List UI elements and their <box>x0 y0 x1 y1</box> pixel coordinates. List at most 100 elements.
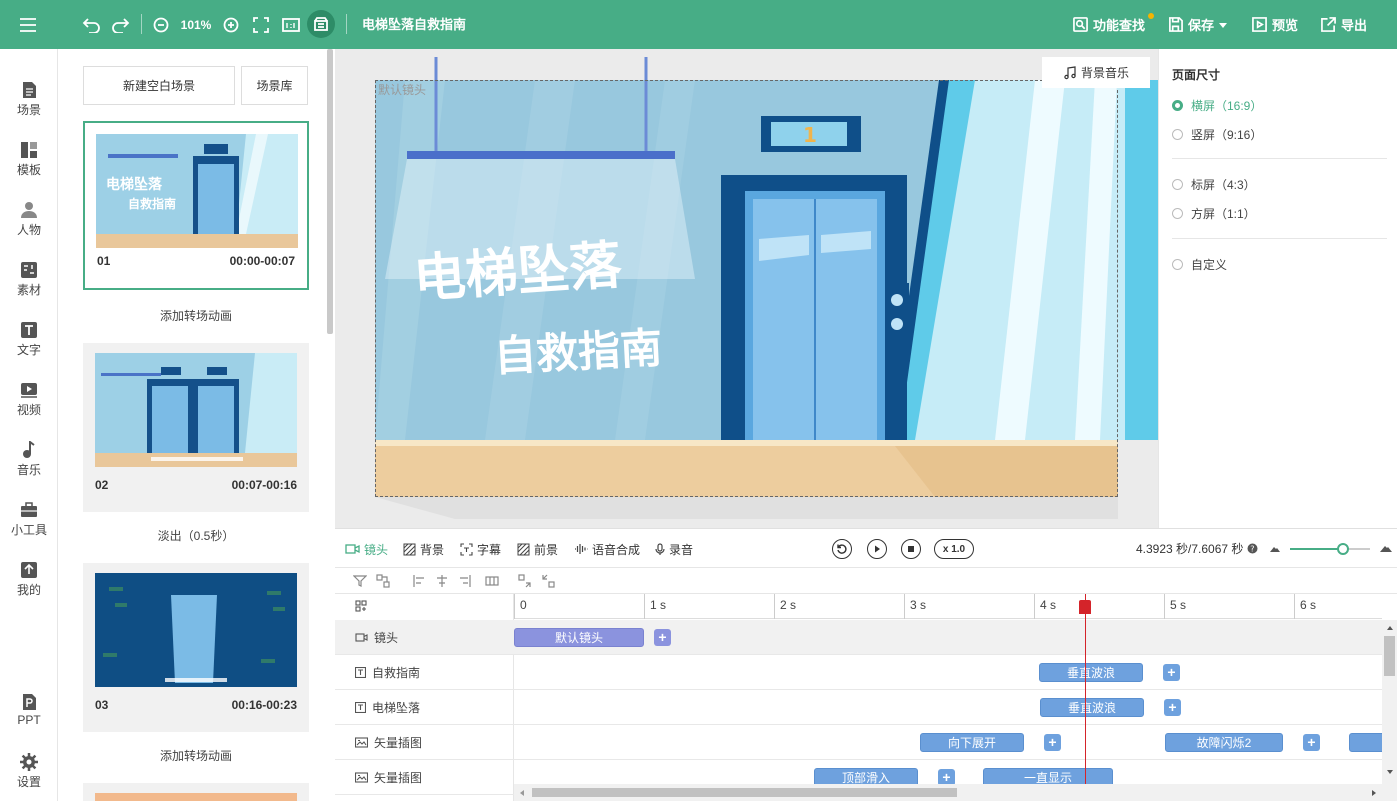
align-left-icon[interactable] <box>413 574 427 588</box>
nav-item-text[interactable]: 文字 <box>0 309 58 369</box>
scene-library-button[interactable]: 场景库 <box>241 66 308 105</box>
feature-search-button[interactable]: 功能查找 <box>1073 0 1145 49</box>
clip-expand-down[interactable]: 向下展开 <box>920 733 1024 752</box>
playhead[interactable] <box>1084 594 1086 801</box>
tab-camera[interactable]: 镜头 <box>345 529 388 569</box>
nav-item-ppt[interactable]: PPT <box>0 681 58 741</box>
tab-subtitle[interactable]: 字幕 <box>460 529 501 569</box>
horizontal-scroll-thumb[interactable] <box>532 788 957 797</box>
add-animation-button[interactable]: + <box>1164 699 1181 716</box>
zoom-out-button[interactable] <box>151 0 171 49</box>
scene-card-4[interactable] <box>83 783 309 801</box>
stage-frame[interactable] <box>375 80 1118 497</box>
timeline-vertical-scrollbar[interactable] <box>1382 620 1397 801</box>
scroll-right-icon[interactable] <box>1370 789 1378 797</box>
tab-foreground[interactable]: 前景 <box>517 529 558 569</box>
background-music-button[interactable]: 背景音乐 <box>1042 57 1150 88</box>
nav-item-settings[interactable]: 设置 <box>0 741 58 801</box>
nav-item-video[interactable]: 视频 <box>0 369 58 429</box>
nav-item-mine[interactable]: 我的 <box>0 549 58 609</box>
scroll-up-icon[interactable] <box>1386 624 1394 632</box>
stop-button[interactable] <box>901 539 921 559</box>
add-animation-button[interactable]: + <box>1044 734 1061 751</box>
timeline-horizontal-scrollbar[interactable] <box>514 784 1382 801</box>
track-label-vector-2[interactable]: 矢量插图 <box>335 760 514 795</box>
save-button[interactable]: 保存 <box>1168 0 1233 49</box>
clip-glitch-flash[interactable]: 故障闪烁2 <box>1165 733 1283 752</box>
tab-record[interactable]: 录音 <box>655 529 693 569</box>
redo-button[interactable] <box>108 0 132 49</box>
filter-icon[interactable] <box>353 574 367 588</box>
undo-button[interactable] <box>80 0 104 49</box>
radio-landscape[interactable]: 横屏（16:9） <box>1172 97 1262 113</box>
play-button[interactable] <box>867 539 887 559</box>
nav-item-music[interactable]: 音乐 <box>0 429 58 489</box>
track-settings-button[interactable] <box>355 600 367 615</box>
zoom-small-icon[interactable] <box>1269 545 1281 553</box>
track-label-text-2[interactable]: 电梯坠落 <box>335 690 514 725</box>
track-label-vector-1[interactable]: 矢量插图 <box>335 725 514 760</box>
nav-item-scene[interactable]: 场景 <box>0 69 58 129</box>
export-button[interactable]: 导出 <box>1321 0 1367 49</box>
menu-button[interactable] <box>10 0 46 49</box>
add-camera-clip-button[interactable]: + <box>654 629 671 646</box>
clip-vertical-wave[interactable]: 垂直波浪 <box>1039 663 1143 682</box>
transition-label-2[interactable]: 淡出（0.5秒） <box>83 527 309 544</box>
layer-down-icon[interactable] <box>541 574 555 588</box>
nav-item-template[interactable]: 模板 <box>0 129 58 189</box>
scene-icon <box>23 82 36 98</box>
clip-default-camera[interactable]: 默认镜头 <box>514 628 644 647</box>
add-animation-button[interactable]: + <box>1163 664 1180 681</box>
time-ruler[interactable]: 0 1 s 2 s 3 s 4 s 5 s 6 s <box>514 594 1382 619</box>
clip-vertical-wave[interactable]: 垂直波浪 <box>1040 698 1144 717</box>
fit-screen-button[interactable] <box>250 0 272 49</box>
clip-partial[interactable] <box>1349 733 1382 752</box>
nav-item-toolbox[interactable]: 小工具 <box>0 489 58 549</box>
group-icon[interactable] <box>376 574 390 588</box>
layer-up-icon[interactable] <box>518 574 532 588</box>
scene-card-1[interactable]: 电梯坠落 自救指南 01 00:00-00:07 <box>83 121 309 290</box>
actual-size-button[interactable] <box>280 0 302 49</box>
nav-item-person[interactable]: 人物 <box>0 189 58 249</box>
radio-custom[interactable]: 自定义 <box>1172 256 1227 272</box>
zoom-in-button[interactable] <box>221 0 241 49</box>
export-icon <box>1321 17 1336 32</box>
clapperboard-icon <box>314 17 328 31</box>
tab-background[interactable]: 背景 <box>403 529 444 569</box>
align-center-icon[interactable] <box>435 574 449 588</box>
track-label-text-1[interactable]: 自救指南 <box>335 655 514 690</box>
tab-tts[interactable]: 语音合成 <box>574 529 640 569</box>
vertical-scroll-thumb[interactable] <box>1384 636 1395 676</box>
transition-label-1[interactable]: 添加转场动画 <box>83 307 309 324</box>
ruler-tick: 4 s <box>1034 594 1056 619</box>
scene-card-2[interactable]: 02 00:07-00:16 <box>83 343 309 512</box>
scene-panel-scrollbar[interactable] <box>327 49 333 334</box>
track-label-camera[interactable]: 镜头 <box>335 620 514 655</box>
add-animation-button[interactable]: + <box>1303 734 1320 751</box>
preview-button[interactable]: 预览 <box>1252 0 1298 49</box>
scroll-left-icon[interactable] <box>518 789 526 797</box>
playhead-handle[interactable] <box>1078 600 1091 614</box>
project-title[interactable]: 电梯坠落自救指南 <box>362 0 466 49</box>
scene-number: 01 <box>97 254 111 268</box>
replay-button[interactable] <box>832 539 852 559</box>
align-right-icon[interactable] <box>457 574 471 588</box>
distribute-icon[interactable] <box>485 574 499 588</box>
nav-item-material[interactable]: 素材 <box>0 249 58 309</box>
zoom-large-icon[interactable] <box>1379 544 1393 553</box>
material-icon <box>21 262 37 278</box>
help-icon[interactable]: ? <box>1247 543 1258 554</box>
scene-thumbnail: 电梯坠落 自救指南 <box>96 134 298 248</box>
radio-standard[interactable]: 标屏（4:3） <box>1172 176 1256 192</box>
timeline-zoom-handle[interactable] <box>1336 543 1349 555</box>
scene-card-3[interactable]: 03 00:16-00:23 <box>83 563 309 732</box>
scroll-down-icon[interactable] <box>1386 768 1394 776</box>
transition-label-3[interactable]: 添加转场动画 <box>83 747 309 764</box>
radio-square[interactable]: 方屏（1:1） <box>1172 205 1256 221</box>
ppt-icon <box>23 694 36 710</box>
safe-area-button[interactable] <box>307 10 335 38</box>
new-blank-scene-button[interactable]: 新建空白场景 <box>83 66 235 105</box>
radio-portrait[interactable]: 竖屏（9:16） <box>1172 126 1262 142</box>
subtitle-icon <box>460 542 473 556</box>
speed-button[interactable]: x 1.0 <box>934 539 974 559</box>
